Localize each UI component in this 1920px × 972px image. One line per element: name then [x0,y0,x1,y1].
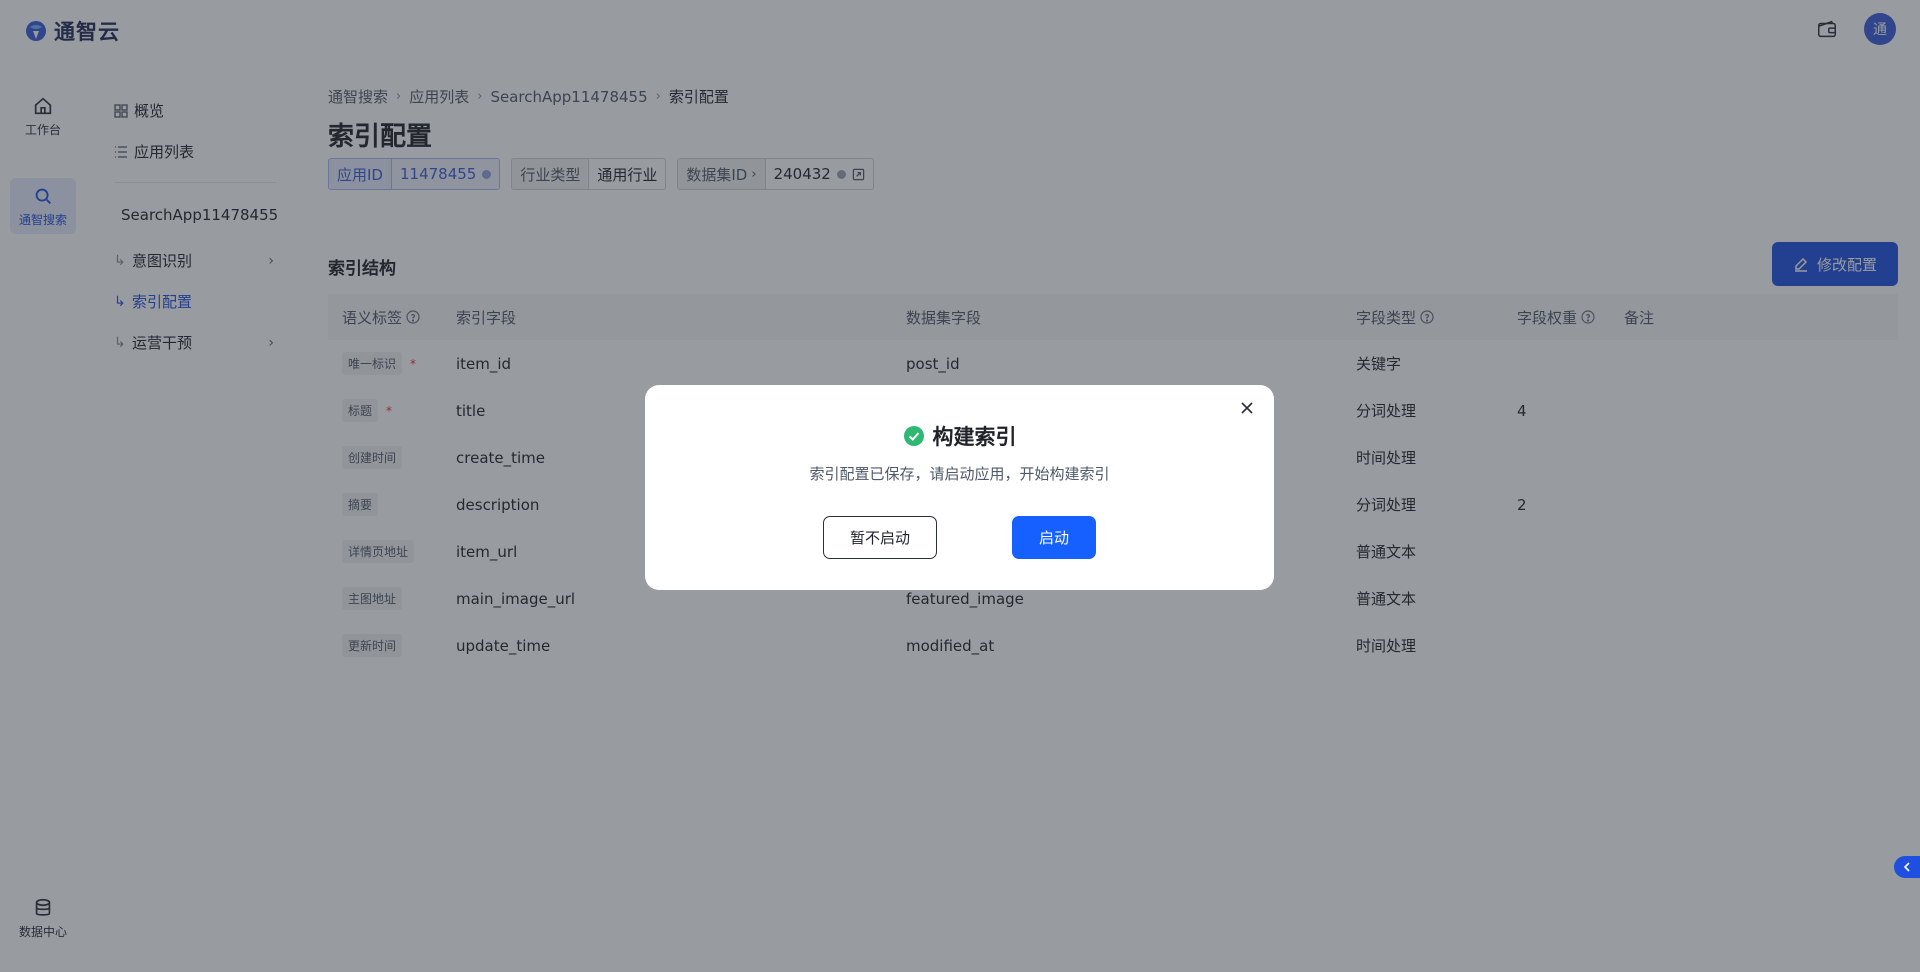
close-icon[interactable] [1238,399,1256,417]
chevron-left-icon [1903,862,1910,872]
dialog-title: 构建索引 [645,421,1274,451]
dialog-description: 索引配置已保存，请启动应用，开始构建索引 [809,465,1110,483]
build-index-dialog: 构建索引 索引配置已保存，请启动应用，开始构建索引 暂不启动 启动 [645,385,1274,590]
modal-overlay[interactable]: 构建索引 索引配置已保存，请启动应用，开始构建索引 暂不启动 启动 [0,0,1920,972]
check-circle-icon [903,426,924,446]
not-start-button[interactable]: 暂不启动 [823,516,937,559]
panel-toggle[interactable] [1894,856,1920,878]
dialog-title-text: 构建索引 [932,425,1017,449]
start-button[interactable]: 启动 [1012,516,1096,559]
